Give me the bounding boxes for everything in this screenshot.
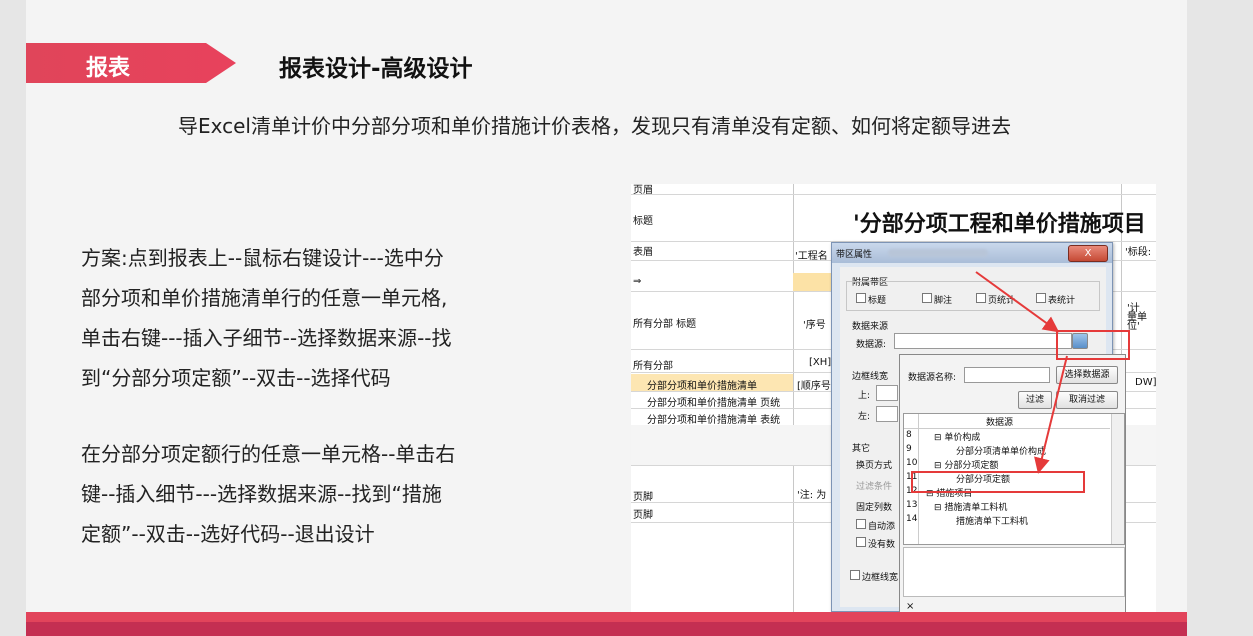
section-tag-label: 报表 <box>86 56 131 81</box>
slide-subtitle: 导Excel清单计价中分部分项和单价措施计价表格，发现只有清单没有定额、如何将定… <box>178 114 1011 138</box>
solution-paragraph-2: 在分部分项定额行的任意一单元格--单击右 键--插入细节---选择数据来源--找… <box>81 434 511 554</box>
paragraph-line: 在分部分项定额行的任意一单元格--单击右 <box>81 442 456 466</box>
paragraph-line: 到“分部分项定额”--双击--选择代码 <box>81 366 391 390</box>
paragraph-line: 单击右键---插入子细节--选择数据来源--找 <box>81 326 452 350</box>
paragraph-line: 键--插入细节---选择数据来源--找到“措施 <box>81 482 442 506</box>
report-designer-screenshot: 页眉 标题 '分部分项工程和单价措施项目 表眉 '工程名 '标段: ⇒ 所有分部… <box>631 184 1156 621</box>
paragraph-line: 定额”--双击--选好代码--退出设计 <box>81 522 375 546</box>
footer-stripe <box>26 612 1187 622</box>
paragraph-line: 部分项和单价措施清单行的任意一单元格, <box>81 286 448 310</box>
solution-paragraph-1: 方案:点到报表上--鼠标右键设计---选中分 部分项和单价措施清单行的任意一单元… <box>81 238 511 398</box>
annotation-arrows <box>975 271 1068 474</box>
slide-title: 报表设计-高级设计 <box>279 56 473 82</box>
paragraph-line: 方案:点到报表上--鼠标右键设计---选中分 <box>81 246 444 270</box>
section-tag: 报表 <box>26 43 236 83</box>
slide: 报表 报表设计-高级设计 导Excel清单计价中分部分项和单价措施计价表格，发现… <box>26 0 1187 636</box>
footer-stripe-dark <box>26 622 1187 636</box>
